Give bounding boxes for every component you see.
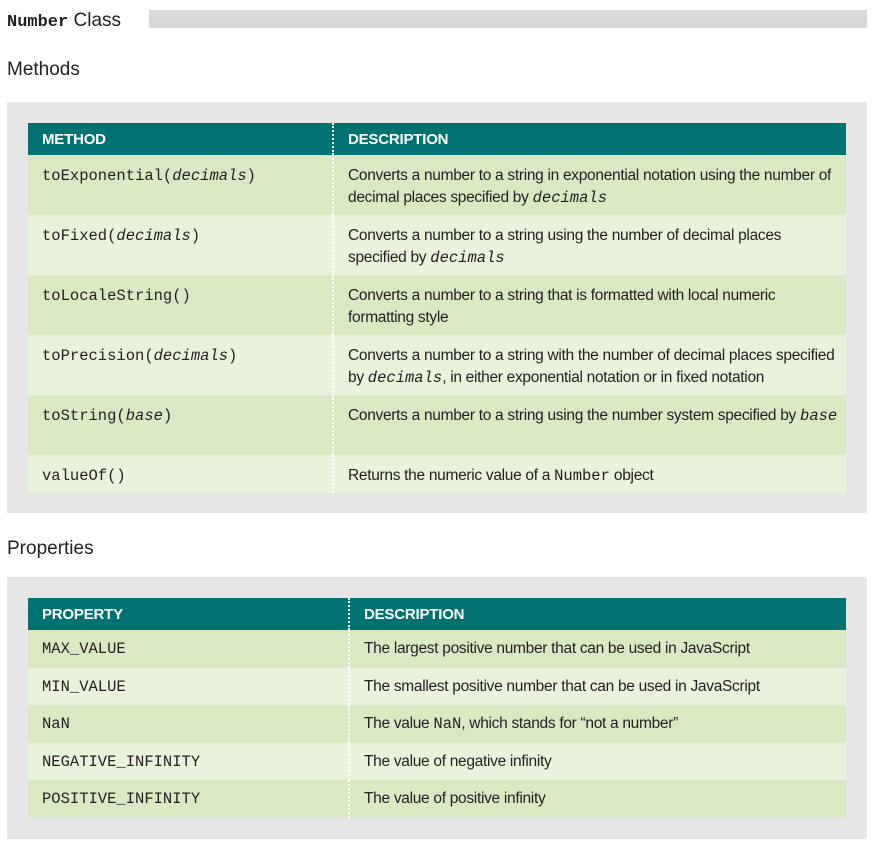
methods-header-row: METHOD DESCRIPTION — [28, 123, 846, 155]
description-text: The value of negative infinity — [364, 752, 552, 770]
method-name: toExponential( — [42, 167, 173, 185]
property-name-cell: POSITIVE_INFINITY — [28, 780, 349, 818]
description-code: Number — [554, 467, 610, 485]
description-code: decimals — [430, 249, 505, 267]
description-text: The largest positive number that can be … — [364, 640, 750, 657]
method-close-paren: ) — [246, 167, 256, 185]
description-text: Converts a number to a string that is fo… — [348, 287, 776, 326]
description-text-tail: , in either exponential notation or in f… — [442, 369, 765, 386]
properties-heading: Properties — [7, 538, 94, 559]
property-name-cell: NEGATIVE_INFINITY — [28, 742, 349, 780]
method-name-cell: toFixed(decimals) — [28, 215, 333, 275]
property-name-cell: MAX_VALUE — [28, 630, 349, 668]
property-name: MIN_VALUE — [42, 677, 126, 696]
table-row: NaN The value NaN, which stands for “not … — [28, 705, 846, 743]
page-title: Number Class — [7, 9, 121, 35]
table-row: MIN_VALUE The smallest positive number th… — [28, 667, 846, 705]
description-cell: The smallest positive number that can be… — [348, 667, 846, 705]
method-name-cell: toString(base) — [28, 395, 333, 455]
method-name: valueOf() — [42, 467, 126, 485]
methods-heading: Methods — [7, 59, 80, 80]
table-row: toString(base) Converts a number to a str… — [28, 395, 846, 455]
page-title-code: Number — [7, 13, 69, 32]
table-row: NEGATIVE_INFINITY The value of negative i… — [28, 742, 846, 780]
description-column-header: DESCRIPTION — [348, 598, 846, 630]
property-name: POSITIVE_INFINITY — [42, 790, 201, 808]
methods-panel: METHOD DESCRIPTION toExponential(decimal… — [7, 102, 867, 513]
property-name-cell: NaN — [28, 705, 349, 743]
method-close-paren: ) — [162, 407, 173, 425]
properties-header-row: PROPERTY DESCRIPTION — [28, 598, 846, 630]
table-row: toLocaleString() Converts a number to a s… — [28, 275, 846, 335]
property-name: NEGATIVE_INFINITY — [42, 752, 201, 771]
description-cell: The value of negative infinity — [348, 742, 846, 780]
description-text: The value — [364, 715, 434, 732]
method-name: toPrecision( — [42, 347, 154, 365]
properties-panel: PROPERTY DESCRIPTION MAX_VALUE The larges… — [7, 577, 867, 839]
method-argument: decimals — [153, 347, 229, 365]
method-name-cell: toExponential(decimals) — [28, 155, 333, 215]
property-name: NaN — [42, 715, 70, 733]
method-close-paren: ) — [228, 347, 238, 365]
methods-table: METHOD DESCRIPTION toExponential(decimal… — [28, 123, 846, 493]
description-cell: Converts a number to a string in exponen… — [332, 155, 846, 215]
description-text: Converts a number to a string using the … — [348, 407, 801, 424]
description-cell: Converts a number to a string using the … — [332, 395, 846, 455]
description-code: decimals — [532, 189, 608, 207]
description-code: decimals — [367, 369, 443, 387]
table-row: toPrecision(decimals) Converts a number t… — [28, 335, 846, 395]
method-column-header: METHOD — [28, 123, 333, 155]
method-name: toFixed( — [42, 227, 117, 245]
method-name-cell: toLocaleString() — [28, 275, 333, 335]
property-name: MAX_VALUE — [42, 640, 126, 658]
description-cell: Converts a number to a string that is fo… — [332, 275, 846, 335]
method-name: toString( — [42, 407, 126, 425]
description-text: Converts a number to a string using the … — [348, 227, 782, 266]
method-name: toLocaleString() — [42, 287, 191, 305]
description-text-tail: object — [609, 467, 654, 484]
description-cell: The largest positive number that can be … — [348, 630, 846, 668]
description-cell: Converts a number to a string using the … — [332, 215, 846, 275]
page-title-row: Number Class — [7, 9, 867, 35]
method-argument: decimals — [116, 227, 191, 245]
table-row: toFixed(decimals) Converts a number to a … — [28, 215, 846, 275]
table-row: POSITIVE_INFINITY The value of positive i… — [28, 780, 846, 818]
description-text: Returns the numeric value of a — [348, 467, 555, 484]
description-text: The smallest positive number that can be… — [364, 677, 760, 695]
table-row: toExponential(decimals) Converts a number… — [28, 155, 846, 215]
method-name-cell: valueOf() — [28, 455, 333, 493]
page-title-word: Class — [73, 10, 122, 31]
description-cell: The value of positive infinity — [348, 780, 846, 818]
description-cell: The value NaN, which stands for “not a n… — [348, 705, 846, 743]
table-row: valueOf() Returns the numeric value of a … — [28, 455, 846, 493]
description-text-tail: , which stands for “not a number” — [461, 715, 678, 732]
property-name-cell: MIN_VALUE — [28, 667, 349, 705]
description-code: base — [800, 407, 838, 425]
property-column-header: PROPERTY — [28, 598, 349, 630]
table-row: MAX_VALUE The largest positive number tha… — [28, 630, 846, 668]
description-code: NaN — [433, 715, 462, 733]
method-argument: decimals — [172, 167, 247, 185]
description-cell: Returns the numeric value of a Number ob… — [332, 455, 846, 493]
method-name-cell: toPrecision(decimals) — [28, 335, 333, 395]
method-argument: base — [125, 407, 163, 425]
description-cell: Converts a number to a string with the n… — [332, 335, 846, 395]
title-rule-bar — [149, 10, 867, 28]
description-text: The value of positive infinity — [364, 790, 546, 807]
description-column-header: DESCRIPTION — [332, 123, 846, 155]
method-close-paren: ) — [190, 227, 201, 245]
properties-table: PROPERTY DESCRIPTION MAX_VALUE The larges… — [28, 598, 846, 818]
